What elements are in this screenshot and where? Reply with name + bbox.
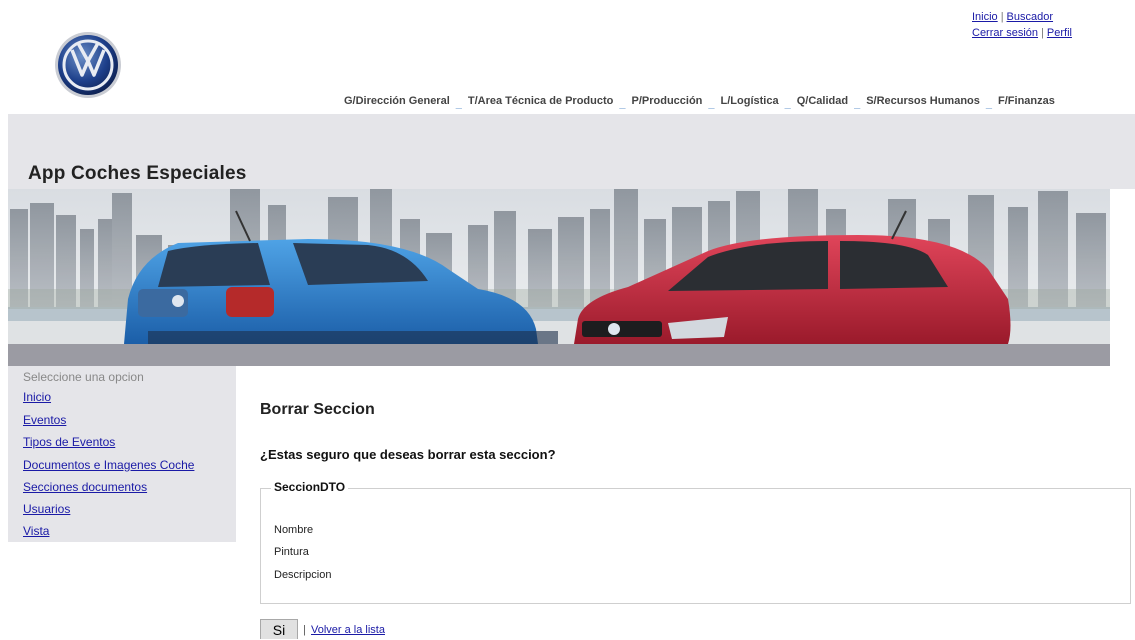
- banner-strip: [8, 344, 1110, 366]
- fieldset-legend: SeccionDTO: [271, 480, 349, 494]
- dept-item-area-tecnica[interactable]: T/Area Técnica de Producto: [468, 95, 613, 107]
- top-link-buscador[interactable]: Buscador: [1007, 11, 1053, 23]
- back-to-list-link[interactable]: Volver a la lista: [311, 624, 385, 636]
- dept-separator: _: [985, 98, 993, 110]
- sidebar-item-inicio[interactable]: Inicio: [23, 390, 51, 404]
- dept-separator: _: [455, 98, 462, 110]
- top-links-separator: |: [1000, 11, 1004, 23]
- dept-item-calidad[interactable]: Q/Calidad: [797, 95, 848, 107]
- sidebar-item-eventos[interactable]: Eventos: [23, 413, 66, 427]
- app-title: App Coches Especiales: [28, 163, 247, 184]
- actions-separator: |: [303, 624, 306, 636]
- vw-logo-icon: [54, 31, 122, 99]
- dept-item-direccion-general[interactable]: G/Dirección General: [344, 95, 450, 107]
- seccion-fieldset: SeccionDTO Nombre Pintura Descripcion: [260, 480, 1131, 604]
- dept-item-recursos-humanos[interactable]: S/Recursos Humanos: [866, 95, 980, 107]
- sidebar-item-vista[interactable]: Vista: [23, 524, 49, 538]
- dept-separator: _: [784, 98, 791, 110]
- dept-separator: _: [708, 98, 715, 110]
- dept-separator: _: [854, 98, 861, 110]
- page-title: Borrar Seccion: [260, 401, 375, 418]
- sidebar-item-secciones[interactable]: Secciones documentos: [23, 480, 147, 494]
- department-nav: G/Dirección General _ T/Area Técnica de Pr…: [344, 95, 1055, 110]
- sidebar-item-usuarios[interactable]: Usuarios: [23, 502, 70, 516]
- top-link-cerrar-sesion[interactable]: Cerrar sesión: [972, 27, 1038, 39]
- dept-item-logistica[interactable]: L/Logística: [721, 95, 779, 107]
- sidebar: Seleccione una opcion Inicio Eventos Tip…: [8, 366, 236, 542]
- top-link-perfil[interactable]: Perfil: [1047, 27, 1072, 39]
- confirm-delete-button[interactable]: Si: [260, 619, 298, 639]
- dept-separator: _: [619, 98, 626, 110]
- sidebar-hint: Seleccione una opcion: [23, 370, 144, 384]
- banner-image: [8, 189, 1110, 344]
- dept-item-finanzas[interactable]: F/Finanzas: [998, 95, 1055, 107]
- field-descripcion: Descripcion: [274, 569, 332, 581]
- sidebar-item-tipos-eventos[interactable]: Tipos de Eventos: [23, 435, 115, 449]
- field-nombre: Nombre: [274, 524, 314, 536]
- field-pintura: Pintura: [274, 546, 309, 558]
- sidebar-item-documentos[interactable]: Documentos e Imagenes Coche: [23, 458, 194, 472]
- top-links-separator: |: [1041, 27, 1044, 39]
- top-link-inicio[interactable]: Inicio: [972, 11, 998, 23]
- dept-item-produccion[interactable]: P/Producción: [632, 95, 703, 107]
- confirm-question: ¿Estas seguro que deseas borrar esta sec…: [260, 447, 556, 462]
